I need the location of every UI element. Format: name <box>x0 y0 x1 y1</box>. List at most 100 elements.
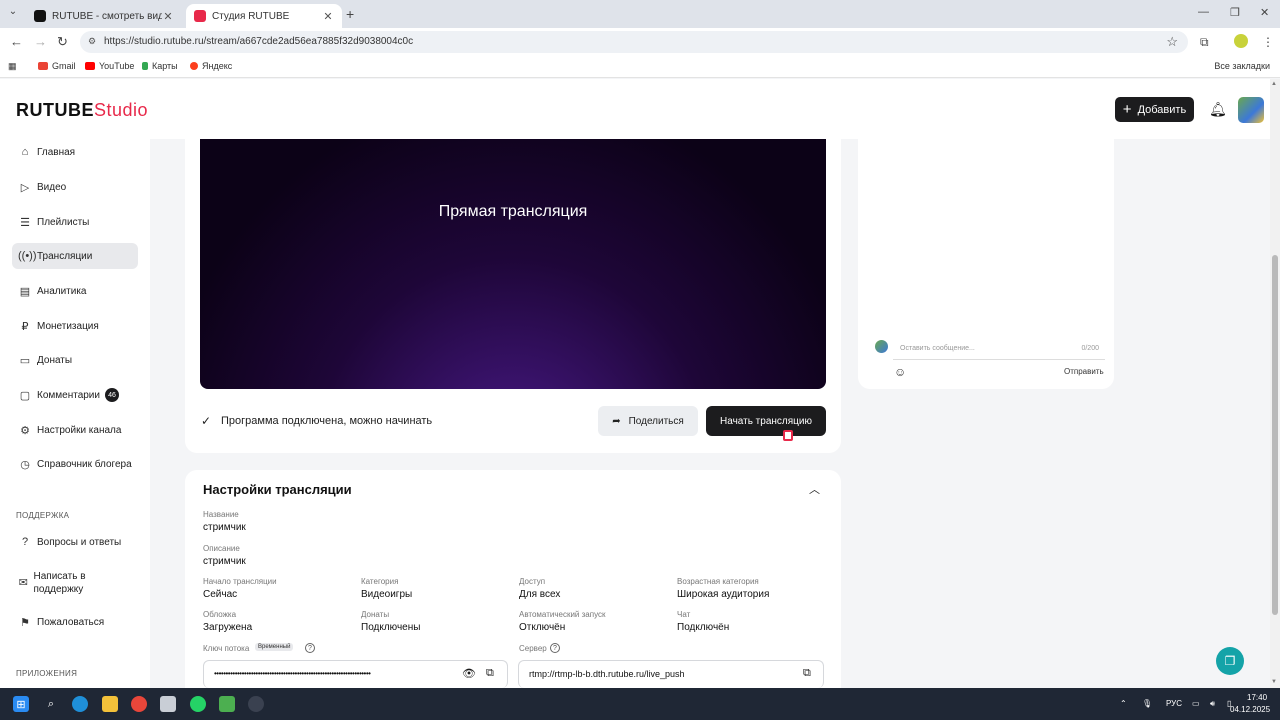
sidebar-item-report[interactable]: ⚑ Пожаловаться <box>12 609 138 635</box>
name-value: стримчик <box>203 522 246 533</box>
stream-key-value: ••••••••••••••••••••••••••••••••••••••••… <box>214 669 371 678</box>
notifications-bell-icon[interactable]: 🔔︎ <box>1209 101 1227 118</box>
tab-title: RUTUBE - смотреть видео онлайн <box>52 10 162 22</box>
sidebar-item-home[interactable]: ⌂ Главная <box>12 139 138 165</box>
tray-chevron-icon[interactable]: ⌃ <box>1120 699 1127 708</box>
start-stream-button[interactable]: Начать трансляцию <box>706 406 826 436</box>
close-tab-icon[interactable]: ✕ <box>162 10 174 23</box>
scroll-thumb[interactable] <box>1272 255 1278 615</box>
browser-tab-rutube[interactable]: RUTUBE - смотреть видео онлайн ✕ <box>26 4 182 28</box>
sidebar-item-comments[interactable]: ▢ Комментарии 46 <box>12 382 138 408</box>
scroll-down-icon[interactable]: ▼ <box>1271 679 1277 685</box>
clock-time[interactable]: 17:40 <box>1247 693 1267 702</box>
bookmarks-bar: ▦ Gmail YouTube Карты Яндекс Все закладк… <box>0 56 1280 78</box>
search-icon[interactable]: ⌕ <box>43 696 59 712</box>
address-bar[interactable]: ⚙ https://studio.rutube.ru/stream/a667cd… <box>80 31 1188 53</box>
whatsapp-icon[interactable] <box>190 696 206 712</box>
copy-server-icon[interactable]: ⧉ <box>803 667 811 680</box>
window-close-icon[interactable]: ✕ <box>1260 6 1269 19</box>
age-category-value: Широкая аудитория <box>677 589 770 600</box>
back-icon[interactable]: ← <box>10 34 23 49</box>
book-icon: ◷ <box>20 458 30 471</box>
user-avatar[interactable] <box>1238 97 1264 123</box>
edge-icon[interactable] <box>72 696 88 712</box>
monetization-icon: ₽ <box>21 320 29 333</box>
bookmark-maps[interactable]: Карты <box>142 61 178 71</box>
microphone-icon[interactable]: 🎙︎ <box>1142 699 1152 708</box>
support-chat-icon[interactable]: ❐ <box>1216 647 1244 675</box>
copy-key-icon[interactable]: ⧉ <box>486 667 494 680</box>
connection-status: Программа подключена, можно начинать <box>221 415 433 427</box>
access-label: Доступ <box>519 577 546 586</box>
youtube-icon <box>85 62 95 70</box>
server-help-icon[interactable]: ? <box>550 643 560 653</box>
settings-title: Настройки трансляции <box>203 482 352 497</box>
clock-date[interactable]: 04.12.2025 <box>1230 705 1270 714</box>
bookmark-gmail[interactable]: Gmail <box>38 61 76 71</box>
sidebar-item-contact-support[interactable]: ✉ Написать в поддержку <box>12 569 112 597</box>
stream-preview: Прямая трансляция <box>200 139 826 389</box>
sidebar-item-faq[interactable]: ? Вопросы и ответы <box>12 529 138 555</box>
stream-key-help-icon[interactable]: ? <box>305 643 315 653</box>
bookmark-star-icon[interactable]: ☆ <box>1166 34 1178 50</box>
cover-label: Обложка <box>203 610 237 619</box>
sidebar-item-playlists[interactable]: ☰ Плейлисты <box>12 209 138 235</box>
browser-navbar: ← → ↻ ⚙ https://studio.rutube.ru/stream/… <box>0 28 1280 56</box>
rutube-studio-logo[interactable]: RUTUBEStudio <box>16 100 148 121</box>
cover-value: Загружена <box>203 622 253 633</box>
emoji-icon[interactable]: ☺ <box>894 365 906 379</box>
volume-icon[interactable]: 🔊︎ <box>1210 699 1215 709</box>
bookmark-yandex[interactable]: Яндекс <box>190 61 232 71</box>
extensions-icon[interactable]: ⧉ <box>1200 35 1209 50</box>
stream-key-field[interactable]: ••••••••••••••••••••••••••••••••••••••••… <box>203 660 508 688</box>
yandex-icon <box>190 62 198 70</box>
add-button[interactable]: + Добавить <box>1115 97 1194 122</box>
steam-icon[interactable] <box>248 696 264 712</box>
sidebar-item-analytics[interactable]: ▤ Аналитика <box>12 278 138 304</box>
browser-tab-studio[interactable]: Студия RUTUBE ✕ <box>186 4 342 28</box>
file-explorer-icon[interactable] <box>102 696 118 712</box>
share-button[interactable]: ➦ Поделиться <box>598 406 698 436</box>
chat-message-input[interactable]: Оставить сообщение... 0/200 <box>893 340 1105 360</box>
cursor-icon <box>783 430 793 441</box>
sidebar-item-donations[interactable]: ▭ Донаты <box>12 347 138 373</box>
bookmark-youtube[interactable]: YouTube <box>85 61 134 71</box>
app-icon[interactable] <box>160 696 176 712</box>
new-tab-icon[interactable]: + <box>346 6 354 22</box>
forward-icon[interactable]: → <box>34 34 47 49</box>
sidebar-item-broadcasts[interactable]: ((•)) Трансляции <box>12 243 138 269</box>
chat-label: Чат <box>677 610 691 619</box>
url-text[interactable]: https://studio.rutube.ru/stream/a667cde2… <box>104 36 413 47</box>
name-label: Название <box>203 510 239 519</box>
rutube-favicon-icon <box>34 10 46 22</box>
reload-icon[interactable]: ↻ <box>57 34 68 50</box>
sidebar-item-monetization[interactable]: ₽ Монетизация <box>12 313 138 339</box>
scroll-up-icon[interactable]: ▲ <box>1271 81 1277 87</box>
sidebar-item-video[interactable]: ▷ Видео <box>12 174 138 200</box>
site-info-icon[interactable]: ⚙ <box>88 36 99 47</box>
menu-icon[interactable]: ⋮ <box>1262 35 1274 49</box>
donations-icon: ▭ <box>19 354 31 367</box>
minimize-icon[interactable]: — <box>1198 6 1209 18</box>
minecraft-icon[interactable] <box>219 696 235 712</box>
support-section-heading: ПОДДЕРЖКА <box>16 511 70 520</box>
close-tab-icon[interactable]: ✕ <box>322 10 334 23</box>
chrome-icon[interactable] <box>131 696 147 712</box>
eye-icon[interactable]: 👁︎ <box>462 667 476 680</box>
chevron-up-icon[interactable]: ︿ <box>809 481 820 497</box>
page-scrollbar[interactable]: ▲ ▼ <box>1270 79 1280 688</box>
maximize-icon[interactable]: ❐ <box>1230 6 1240 19</box>
sidebar-item-blogger-guide[interactable]: ◷ Справочник блогера <box>12 451 138 477</box>
tab-list-icon[interactable]: ⌄ <box>6 6 20 20</box>
all-bookmarks[interactable]: Все закладки <box>1214 61 1270 71</box>
server-field[interactable]: rtmp://rtmp-lb-b.dth.rutube.ru/live_push… <box>518 660 824 688</box>
windows-start-icon[interactable]: ⊞ <box>13 696 29 712</box>
question-icon: ? <box>21 536 29 548</box>
send-message-button[interactable]: Отправить <box>1064 367 1104 376</box>
apps-grid-icon[interactable]: ▦ <box>8 61 17 72</box>
share-icon: ➦ <box>612 415 621 427</box>
profile-icon[interactable] <box>1234 34 1248 48</box>
network-icon[interactable]: ▭ <box>1192 699 1200 708</box>
sidebar-item-channel-settings[interactable]: ⚙ Настройки канала <box>12 417 138 443</box>
language-indicator[interactable]: РУС <box>1166 699 1182 708</box>
